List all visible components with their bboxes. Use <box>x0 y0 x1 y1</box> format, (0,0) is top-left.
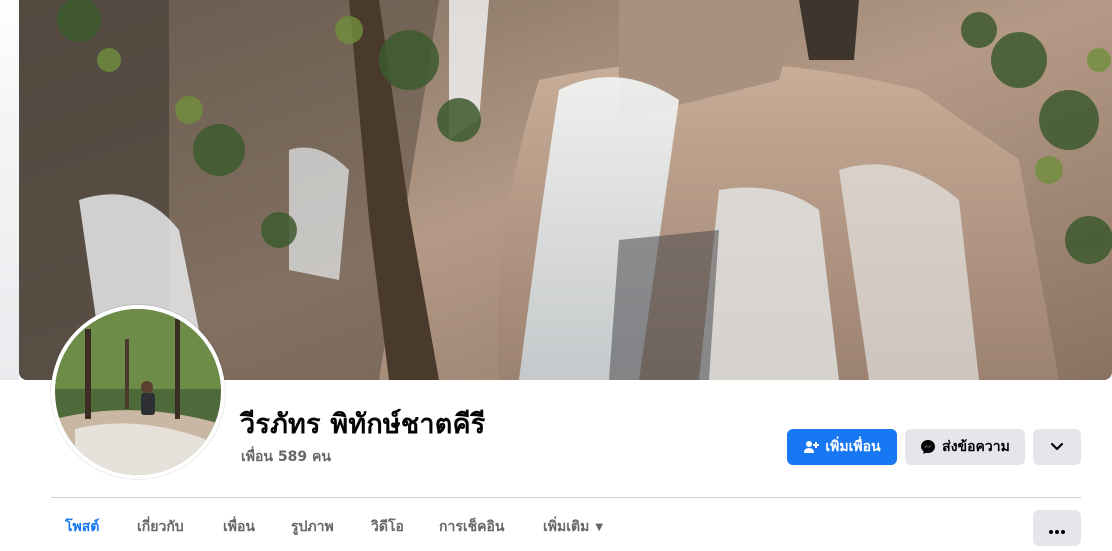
page-edge <box>0 0 19 380</box>
add-friend-icon <box>803 439 820 455</box>
tab-checkins-label: การเช็คอิน <box>439 519 505 535</box>
message-label: ส่งข้อความ <box>942 439 1010 455</box>
tab-more-label: เพิ่มเติม <box>543 519 590 535</box>
tab-videos-label: วิดีโอ <box>371 519 404 535</box>
tab-checkins[interactable]: การเช็คอิน <box>439 505 505 549</box>
tab-photos-label: รูปภาพ <box>291 519 334 535</box>
tab-posts[interactable]: โพสต์ <box>65 505 99 549</box>
tab-posts-label: โพสต์ <box>65 519 100 535</box>
more-horizontal-icon <box>1049 519 1065 538</box>
tab-friends[interactable]: เพื่อน <box>223 505 255 549</box>
tab-about-label: เกี่ยวกับ <box>137 519 184 535</box>
tab-friends-label: เพื่อน <box>223 519 255 535</box>
friends-count-link[interactable]: เพื่อน 589 คน <box>241 446 331 468</box>
profile-avatar[interactable] <box>51 305 225 479</box>
profile-name: วีรภัทร พิทักษ์ชาตคีรี <box>240 409 486 440</box>
tab-more[interactable]: เพิ่มเติม ▼ <box>543 505 603 549</box>
more-actions-button[interactable] <box>1033 429 1081 465</box>
avatar-photo-image <box>55 309 221 475</box>
message-button[interactable]: ส่งข้อความ <box>905 429 1025 465</box>
chevron-down-icon <box>1050 439 1064 455</box>
add-friend-button[interactable]: เพิ่มเพื่อน <box>787 429 897 465</box>
add-friend-label: เพิ่มเพื่อน <box>825 439 881 455</box>
tab-photos[interactable]: รูปภาพ <box>291 505 334 549</box>
tab-about[interactable]: เกี่ยวกับ <box>137 505 184 549</box>
tab-videos[interactable]: วิดีโอ <box>371 505 404 549</box>
caret-down-icon: ▼ <box>595 521 604 533</box>
header-divider <box>51 497 1081 498</box>
messenger-icon <box>920 439 936 455</box>
profile-options-button[interactable] <box>1033 510 1081 546</box>
